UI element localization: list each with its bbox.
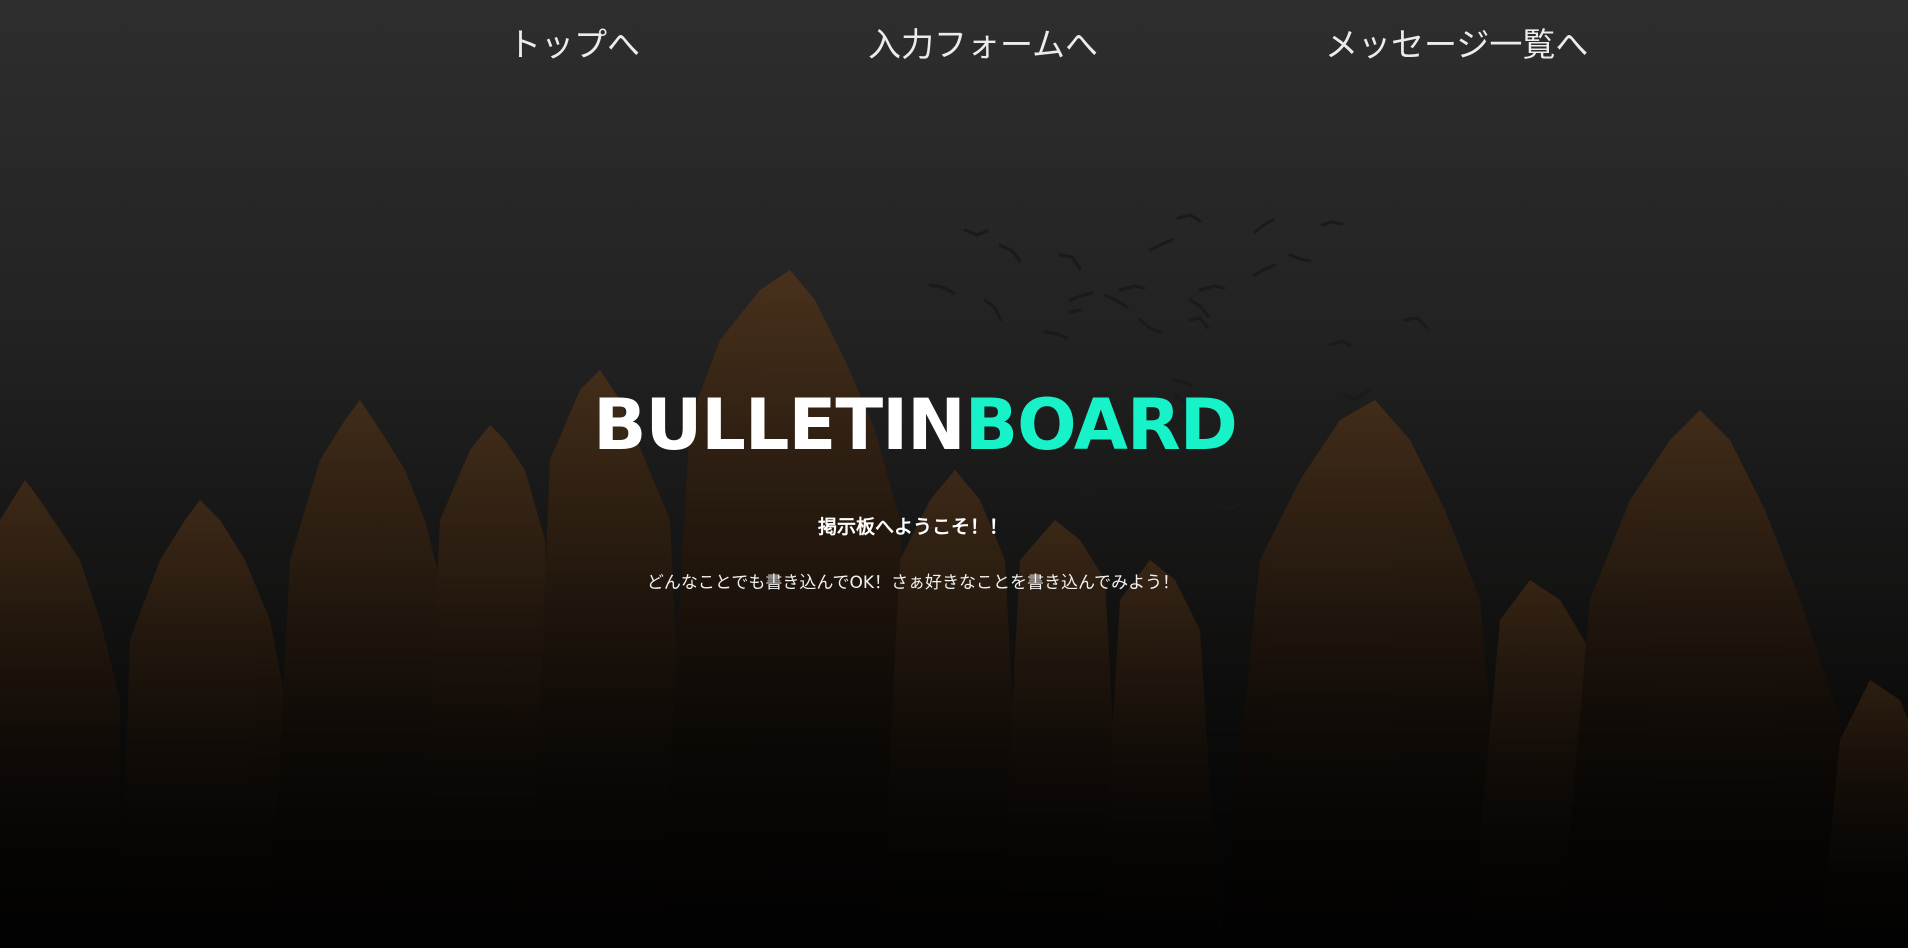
nav-link-message-list[interactable]: メッセージ一覧へ <box>1325 28 1588 61</box>
hero-title-part-bulletin: BULLETIN <box>593 384 966 466</box>
hero-title-part-board: BOARD <box>964 384 1238 466</box>
top-navigation: トップへ 入力フォームへ メッセージ一覧へ <box>0 0 1908 106</box>
nav-link-input-form[interactable]: 入力フォームへ <box>868 28 1098 61</box>
hero-title: BULLETINBOARD <box>0 390 1830 460</box>
hero-description: どんなことでも書き込んでOK！さぁ好きなことを書き込んでみよう！ <box>646 573 1180 593</box>
page: トップへ 入力フォームへ メッセージ一覧へ BULLETINBOARD 掲示板へ… <box>0 0 1908 948</box>
nav-link-top[interactable]: トップへ <box>508 28 640 61</box>
hero-subtitle: 掲示板へようこそ！！ <box>817 516 1008 538</box>
forest-background-image <box>0 0 1908 948</box>
